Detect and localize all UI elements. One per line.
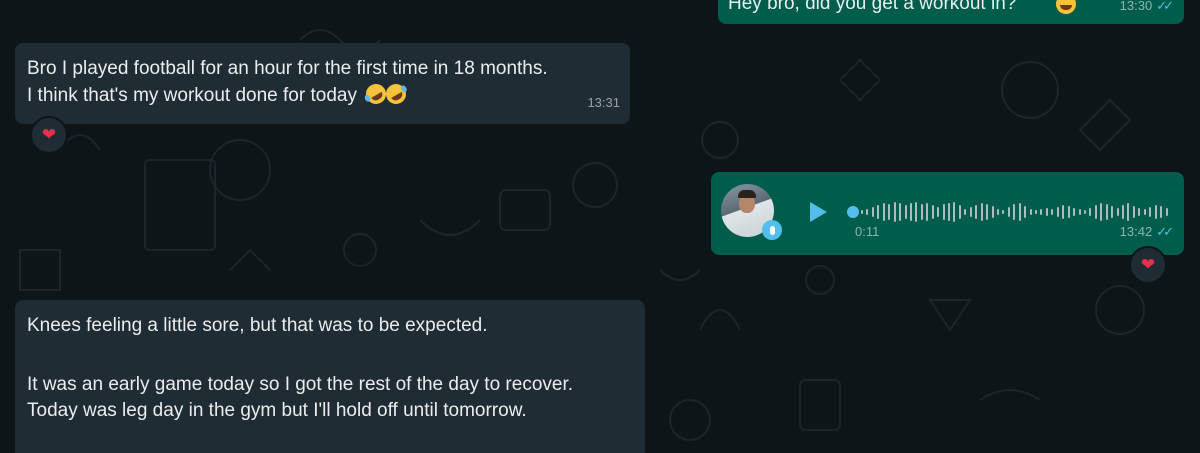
mic-shape	[769, 225, 775, 235]
waveform-bar	[1143, 209, 1146, 215]
waveform-bar	[909, 203, 912, 221]
waveform-bar	[877, 205, 880, 219]
waveform-bar	[1007, 207, 1010, 217]
waveform-bar	[888, 204, 891, 220]
waveform-bar	[1105, 204, 1108, 220]
message-timestamp: 13:31	[587, 95, 620, 110]
waveform-bar	[1002, 210, 1005, 214]
waveform-bar	[1067, 206, 1070, 218]
message-text-line: Today was leg day in the gym but I'll ho…	[27, 400, 527, 421]
waveform-bar	[1045, 208, 1048, 216]
message-timestamp: 13:30 ✓✓	[1119, 0, 1174, 19]
waveform-bar	[1035, 210, 1038, 214]
double-check-icon: ✓✓	[1156, 0, 1174, 13]
reaction-heart[interactable]: ❤	[1129, 246, 1167, 284]
waveform-bar	[1029, 209, 1032, 215]
waveform-bar	[1132, 206, 1135, 218]
avatar-hair	[738, 190, 756, 198]
timestamp-text: 13:42	[1119, 224, 1153, 239]
waveform-bar	[866, 209, 869, 215]
message-text-line: It was an early game today so I got the …	[27, 374, 574, 395]
voice-duration: 0:11	[855, 224, 880, 239]
waveform-bar	[1111, 206, 1114, 218]
message-text-line: Knees feeling a little sore, but that wa…	[27, 315, 488, 336]
waveform-bar	[1013, 204, 1016, 220]
chat-panel: Hey bro, did you get a workout in? 13:30…	[0, 0, 1200, 453]
waveform-bar	[991, 206, 994, 218]
waveform-bar	[1116, 208, 1119, 216]
waveform-bar	[1160, 206, 1163, 218]
waveform-bar	[926, 203, 929, 221]
waveform-bar	[986, 204, 989, 220]
voice-message-bubble[interactable]: 0:11 13:42 ✓✓	[711, 172, 1184, 255]
waveform-bar	[958, 205, 961, 219]
message-timestamp: 13:42 ✓✓	[1119, 219, 1174, 245]
waveform-bar	[893, 202, 896, 222]
message-text-line: Bro I played football for an hour for th…	[27, 58, 548, 79]
seek-handle[interactable]	[847, 206, 859, 218]
waveform-bar	[996, 209, 999, 215]
waveform-bar	[915, 202, 918, 222]
waveform-bar	[1089, 208, 1092, 216]
message-text-line: I think that's my workout done for today	[27, 85, 357, 106]
message-text: Hey bro, did you get a workout in?	[728, 0, 1017, 14]
waveform-bar	[904, 205, 907, 219]
waveform-bar	[937, 207, 940, 217]
waveform-bar	[1165, 208, 1168, 216]
message-text-line-wrap: I think that's my workout done for today	[27, 80, 410, 109]
waveform-bar	[980, 203, 983, 221]
waveform-bar	[871, 207, 874, 217]
waveform-bar	[942, 204, 945, 220]
waveform-bar	[1122, 205, 1125, 219]
waveform-bar	[931, 205, 934, 219]
grinning-sweat-icon	[1056, 0, 1076, 14]
waveform-bar	[920, 204, 923, 220]
waveform-bar	[1073, 208, 1076, 216]
waveform-bar	[1094, 205, 1097, 219]
waveform-bar	[882, 203, 885, 221]
waveform-bar	[1018, 203, 1021, 221]
waveform-bar	[1056, 207, 1059, 217]
waveform-bar	[1024, 206, 1027, 218]
microphone-icon	[762, 220, 782, 240]
waveform-bar	[1078, 209, 1081, 215]
rolling-on-floor-laughing-icon	[382, 80, 410, 108]
incoming-message-bubble[interactable]: Knees feeling a little sore, but that wa…	[15, 300, 645, 453]
waveform-bar	[964, 209, 967, 215]
waveform-bar	[1083, 210, 1086, 214]
waveform-bar	[948, 203, 951, 221]
waveform-bar	[1149, 207, 1152, 217]
waveform-bar	[953, 202, 956, 222]
double-check-icon: ✓✓	[1156, 224, 1174, 239]
outgoing-message-bubble[interactable]: Hey bro, did you get a workout in? 13:30…	[718, 0, 1184, 24]
waveform-bar	[861, 210, 863, 214]
waveform-bar	[1100, 203, 1103, 221]
waveform-bar	[1040, 209, 1043, 215]
heart-icon: ❤	[41, 125, 57, 144]
reaction-heart[interactable]: ❤	[30, 116, 68, 154]
incoming-message-bubble[interactable]: Bro I played football for an hour for th…	[15, 43, 630, 124]
heart-icon: ❤	[1140, 255, 1156, 274]
waveform-bar	[969, 207, 972, 217]
waveform-bar	[975, 205, 978, 219]
waveform-bar	[1138, 208, 1141, 216]
waveform-bar	[1051, 209, 1054, 215]
waveform-bar	[1154, 205, 1157, 219]
play-button[interactable]	[810, 202, 827, 222]
waveform-bar	[1062, 205, 1065, 219]
waveform-bar	[899, 203, 902, 221]
timestamp-text: 13:30	[1119, 0, 1153, 13]
